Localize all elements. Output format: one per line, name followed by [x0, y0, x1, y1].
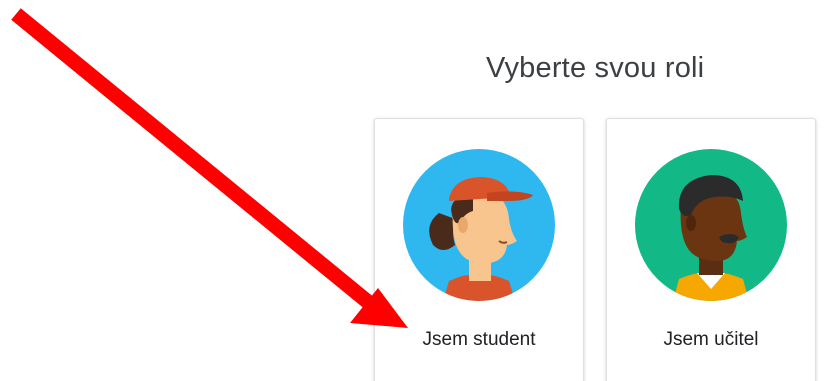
teacher-role-card[interactable]: Jsem učitel — [606, 118, 816, 381]
teacher-role-label: Jsem učitel — [663, 329, 759, 350]
student-role-card[interactable]: Jsem student — [374, 118, 584, 381]
student-avatar-icon — [403, 149, 555, 301]
role-selection-screen: Vyberte svou roli Jsem student Jsem učit… — [0, 0, 826, 381]
page-title: Vyberte svou roli — [486, 52, 705, 84]
student-role-label: Jsem student — [422, 329, 536, 350]
teacher-avatar-icon — [635, 149, 787, 301]
